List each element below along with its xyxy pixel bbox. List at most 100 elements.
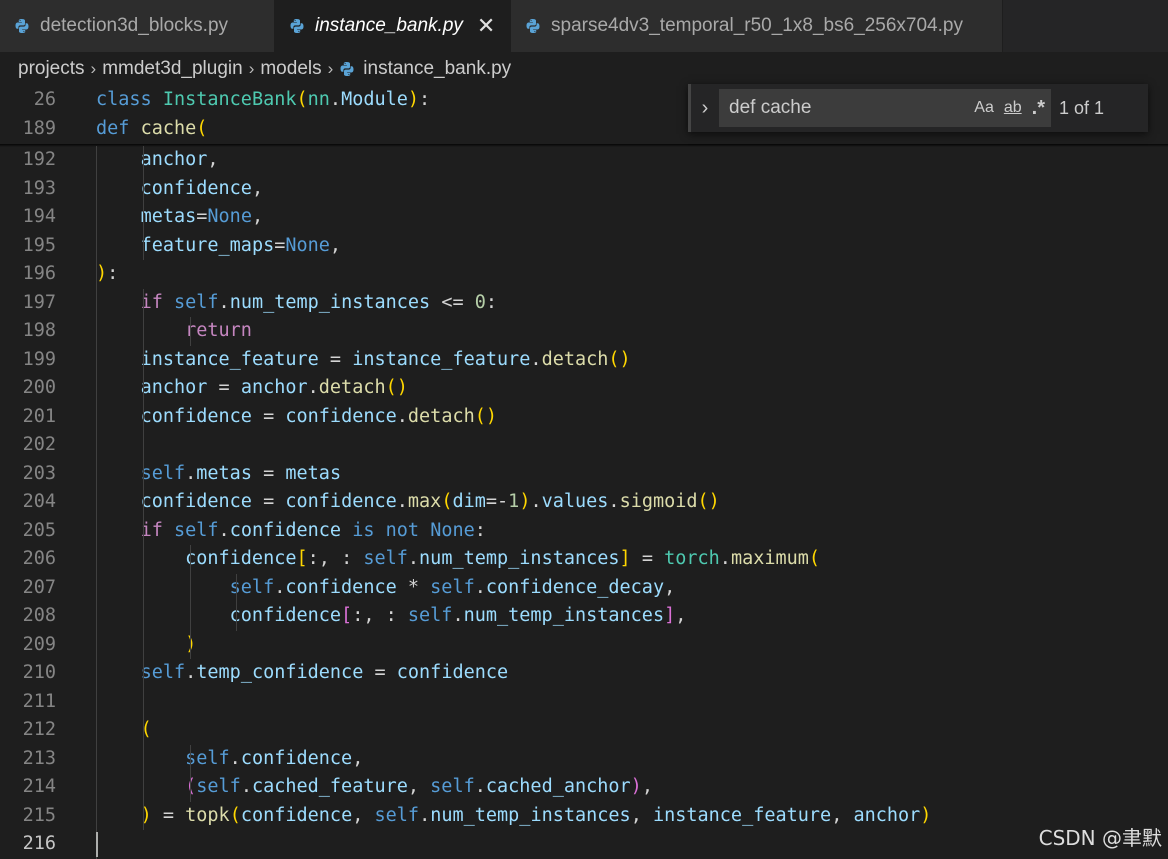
code-editor[interactable]: 26 class InstanceBank(nn.Module): 189 def c… [0,86,1168,859]
code-line[interactable]: 210 self.temp_confidence = confidence [0,659,1168,688]
code-line[interactable]: 197 if self.num_temp_instances <= 0: [0,289,1168,318]
breadcrumb: projects › mmdet3d_plugin › models › ins… [0,52,1168,86]
line-number: 200 [22,377,56,398]
match-count: 1 of 1 [1059,97,1105,118]
code-line[interactable]: 208 confidence[:, : self.num_temp_instan… [0,602,1168,631]
tab-bar: detection3d_blocks.py instance_bank.py ✕… [0,0,1168,52]
code-text: ) [185,633,197,655]
code-line[interactable]: 215 ) = topk(confidence, self.num_temp_i… [0,802,1168,831]
indent-guide [96,146,97,859]
chevron-right-icon: › [248,59,255,78]
code-line[interactable]: 214 (self.cached_feature, self.cached_an… [0,773,1168,802]
line-number: 201 [22,405,56,427]
line-number: 210 [22,662,56,683]
code-line[interactable]: 196): [0,260,1168,289]
code-text: self.metas = metas [140,462,342,484]
code-text: self.confidence * self.confidence_decay, [229,576,676,598]
code-text: self.confidence, [185,747,364,769]
find-input-value: def cache [729,97,812,118]
code-text: if self.num_temp_instances <= 0: [140,291,498,313]
text-cursor [96,832,98,857]
code-line[interactable]: 195 feature_maps=None, [0,232,1168,261]
python-icon [339,61,355,77]
code-line[interactable]: 193 confidence, [0,175,1168,204]
code-line[interactable]: 204 confidence = confidence.max(dim=-1).… [0,488,1168,517]
line-number: 198 [22,320,56,341]
python-icon [14,18,30,34]
tab-label: instance_bank.py [315,15,463,36]
line-number: 192 [22,149,56,170]
line-number: 189 [22,117,56,139]
whole-word-icon[interactable]: ab [1004,99,1022,117]
line-number: 205 [22,519,56,541]
code-line[interactable]: 206 confidence[:, : self.num_temp_instan… [0,545,1168,574]
find-input[interactable]: def cache Aa ab .* [719,89,1051,127]
indent-guide [142,146,144,260]
code-text: (self.cached_feature, self.cached_anchor… [185,776,653,797]
line-number: 26 [33,89,56,110]
line-number: 216 [22,833,56,854]
line-number: 215 [22,804,56,826]
breadcrumb-item-projects[interactable]: projects [18,58,85,80]
indent-guide [189,744,191,802]
code-text: class InstanceBank(nn.Module): [96,89,431,110]
code-text: feature_maps=None, [140,234,342,256]
code-line[interactable]: 202 [0,431,1168,460]
line-number: 195 [22,234,56,256]
code-line[interactable]: 209 ) [0,631,1168,660]
code-line[interactable]: 200 anchor = anchor.detach() [0,374,1168,403]
line-number: 208 [22,605,56,626]
code-line[interactable]: 194 metas=None, [0,203,1168,232]
close-icon[interactable]: ✕ [477,13,495,39]
code-line[interactable]: 211 [0,688,1168,717]
line-number: 207 [22,576,56,598]
python-icon [525,18,541,34]
code-line[interactable]: 199 instance_feature = instance_feature.… [0,346,1168,375]
indent-guide [236,573,238,631]
watermark: CSDN @聿默 [1038,826,1162,850]
tab-detection3d-blocks[interactable]: detection3d_blocks.py [0,0,275,52]
indent-guide [142,288,144,830]
code-text: ) = topk(confidence, self.num_temp_insta… [140,804,932,826]
breadcrumb-item-mmdet3d-plugin[interactable]: mmdet3d_plugin [102,58,242,80]
regex-icon[interactable]: .* [1032,97,1045,120]
code-text: confidence[:, : self.num_temp_instances]… [185,548,821,569]
breadcrumb-item-file[interactable]: instance_bank.py [363,58,511,80]
code-line[interactable]: 205 if self.confidence is not None: [0,517,1168,546]
chevron-right-icon: › [327,59,334,78]
tab-label: detection3d_blocks.py [40,15,229,36]
code-line[interactable]: 203 self.metas = metas [0,460,1168,489]
code-text: def cache( [96,117,208,139]
code-text: confidence[:, : self.num_temp_instances]… [229,605,687,626]
code-line[interactable]: 213 self.confidence, [0,745,1168,774]
tab-label: sparse4dv3_temporal_r50_1x8_bs6_256x704.… [551,15,963,36]
code-text: confidence, [140,177,264,199]
tab-instance-bank[interactable]: instance_bank.py ✕ [275,0,511,52]
code-text: ): [96,263,119,284]
code-line[interactable]: 198 return [0,317,1168,346]
line-number: 202 [22,434,56,455]
code-line[interactable]: 216 [0,830,1168,859]
match-case-icon[interactable]: Aa [974,99,994,117]
code-text: anchor, [140,149,219,170]
code-text: self.temp_confidence = confidence [140,662,509,683]
line-number: 214 [22,776,56,797]
code-line[interactable]: 207 self.confidence * self.confidence_de… [0,574,1168,603]
breadcrumb-item-models[interactable]: models [260,58,321,80]
code-text: instance_feature = instance_feature.deta… [140,348,631,370]
line-number: 194 [22,206,56,227]
code-text: if self.confidence is not None: [140,519,486,541]
line-number: 193 [22,177,56,199]
code-line[interactable]: 201 confidence = confidence.detach() [0,403,1168,432]
line-number: 212 [22,719,56,740]
python-icon [289,18,305,34]
code-text: return [185,320,252,341]
chevron-right-icon: › [90,59,97,78]
code-text: confidence = confidence.max(dim=-1).valu… [140,491,720,512]
tab-sparse4dv3-config[interactable]: sparse4dv3_temporal_r50_1x8_bs6_256x704.… [511,0,1003,52]
code-line[interactable]: 212 ( [0,716,1168,745]
toggle-replace-icon[interactable]: › [691,97,719,120]
line-number: 197 [22,291,56,313]
indent-guide [189,317,191,346]
code-line[interactable]: 192 anchor, [0,146,1168,175]
